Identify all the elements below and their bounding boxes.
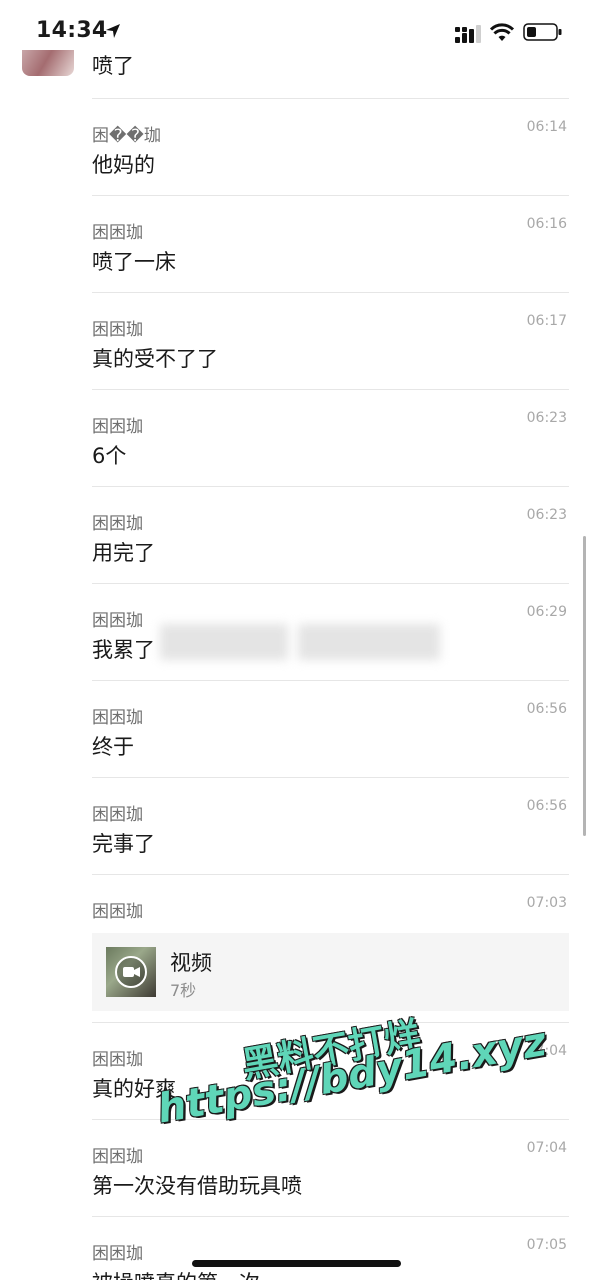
sender-name: 困困珈 (92, 223, 143, 243)
video-thumbnail[interactable] (106, 947, 156, 997)
message-text: 完事了 (92, 832, 155, 856)
list-item[interactable]: 困困珈 07:05 被操喷真的第一次 (92, 1217, 569, 1280)
message-text: 被操喷真的第一次 (92, 1267, 260, 1280)
signal-icon (455, 25, 481, 43)
sender-name: 困困珈 (92, 417, 143, 437)
avatar[interactable] (22, 50, 74, 76)
message-text: 真的好爽 (92, 1077, 176, 1101)
sender-name: 困困珈 (92, 708, 143, 728)
message-time: 06:23 (526, 507, 567, 523)
message-time: 06:17 (526, 313, 567, 329)
message-time: 06:14 (526, 119, 567, 135)
list-item[interactable]: 困困珈 06:17 真的受不了了 (92, 293, 569, 390)
message-time: 07:03 (526, 895, 567, 911)
list-item[interactable]: 困困珈 06:56 终于 (92, 681, 569, 778)
message-text: 第一次没有借助玩具喷 (92, 1174, 302, 1198)
list-item[interactable]: 困困珈 06:23 用完了 (92, 487, 569, 584)
message-time: 07:05 (526, 1237, 567, 1253)
message-text: 我累了 (92, 638, 155, 662)
status-bar: 14:34 (0, 0, 591, 62)
message-text: 终于 (92, 735, 134, 759)
message-time: 07:04 (526, 1140, 567, 1156)
sender-name: 困��珈 (92, 126, 161, 146)
video-title: 视频 (170, 951, 212, 975)
list-item[interactable]: 困困珈 07:04 第一次没有借助玩具喷 (92, 1120, 569, 1217)
list-item[interactable]: 困困珈 07:03 视频 7秒 (92, 875, 569, 1023)
sender-name: 困困珈 (92, 1244, 143, 1264)
wifi-icon (490, 23, 514, 41)
sender-name: 困困珈 (92, 320, 143, 340)
message-time: 06:16 (526, 216, 567, 232)
message-text: 6个 (92, 444, 127, 468)
list-item[interactable]: 困困珈 07:04 真的好爽 (92, 1023, 569, 1120)
message-text: 用完了 (92, 541, 155, 565)
home-indicator[interactable] (192, 1260, 401, 1267)
message-time: 07:04 (526, 1043, 567, 1059)
message-time: 06:29 (526, 604, 567, 620)
sender-name: 困困珈 (92, 611, 143, 631)
sender-name: 困困珈 (92, 1050, 143, 1070)
message-text: 真的受不了了 (92, 347, 218, 371)
video-camera-icon (115, 956, 147, 988)
message-time: 06:56 (526, 701, 567, 717)
sender-name: 困困珈 (92, 902, 143, 922)
redaction-blur (160, 624, 288, 660)
status-time: 14:34 (36, 18, 108, 43)
video-card[interactable]: 视频 7秒 (92, 933, 569, 1011)
message-text: 他妈的 (92, 153, 155, 177)
sender-name: 困困珈 (92, 805, 143, 825)
message-time: 06:23 (526, 410, 567, 426)
message-time: 06:56 (526, 798, 567, 814)
list-item[interactable]: 困��珈 06:14 他妈的 (92, 99, 569, 196)
message-text: 喷了 (92, 54, 134, 76)
sender-name: 困困珈 (92, 514, 143, 534)
sender-name: 困困珈 (92, 1147, 143, 1167)
list-item[interactable]: 困困珈 06:23 6个 (92, 390, 569, 487)
message-text: 喷了一床 (92, 250, 176, 274)
video-duration: 7秒 (170, 981, 197, 1000)
list-item[interactable]: 困困珈 06:16 喷了一床 (92, 196, 569, 293)
battery-icon (523, 23, 562, 41)
list-item[interactable]: 困困珈 06:56 完事了 (92, 778, 569, 875)
scrollbar[interactable] (583, 536, 586, 836)
redaction-blur (298, 624, 440, 660)
location-arrow-icon (106, 24, 120, 38)
